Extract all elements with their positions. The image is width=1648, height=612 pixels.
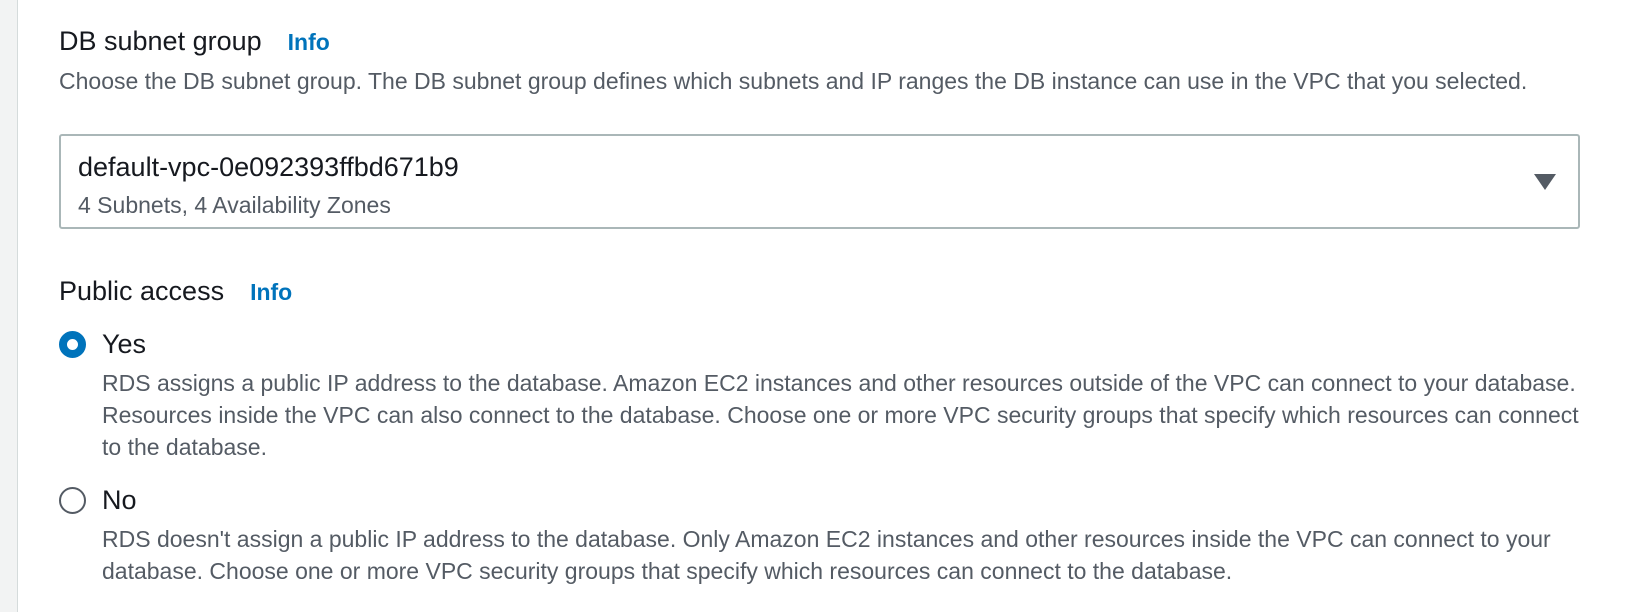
form-panel: DB subnet group Info Choose the DB subne… xyxy=(17,0,1648,612)
db-subnet-group-info-link[interactable]: Info xyxy=(288,25,330,59)
db-subnet-group-selected-value: default-vpc-0e092393ffbd671b9 xyxy=(78,152,459,182)
radio-yes-label[interactable]: Yes xyxy=(102,327,146,361)
radio-no-label[interactable]: No xyxy=(102,483,137,517)
db-subnet-group-header: DB subnet group Info xyxy=(59,24,1578,59)
radio-no-description: RDS doesn't assign a public IP address t… xyxy=(102,526,1551,584)
radio-yes[interactable] xyxy=(59,331,86,358)
db-subnet-group-selected-detail: 4 Subnets, 4 Availability Zones xyxy=(78,192,391,218)
radio-no[interactable] xyxy=(59,487,86,514)
radio-yes-description: RDS assigns a public IP address to the d… xyxy=(102,370,1579,460)
public-access-title: Public access xyxy=(59,276,225,306)
db-subnet-group-section: DB subnet group Info Choose the DB subne… xyxy=(59,24,1578,97)
db-subnet-group-select[interactable]: default-vpc-0e092393ffbd671b9 4 Subnets,… xyxy=(59,134,1580,229)
public-access-header: Public access Info xyxy=(59,274,1578,309)
db-subnet-group-title: DB subnet group xyxy=(59,26,262,56)
caret-down-icon xyxy=(1534,174,1556,190)
public-access-info-link[interactable]: Info xyxy=(250,275,292,309)
db-subnet-group-description: Choose the DB subnet group. The DB subne… xyxy=(59,68,1528,94)
public-access-section: Public access Info xyxy=(59,274,1578,309)
